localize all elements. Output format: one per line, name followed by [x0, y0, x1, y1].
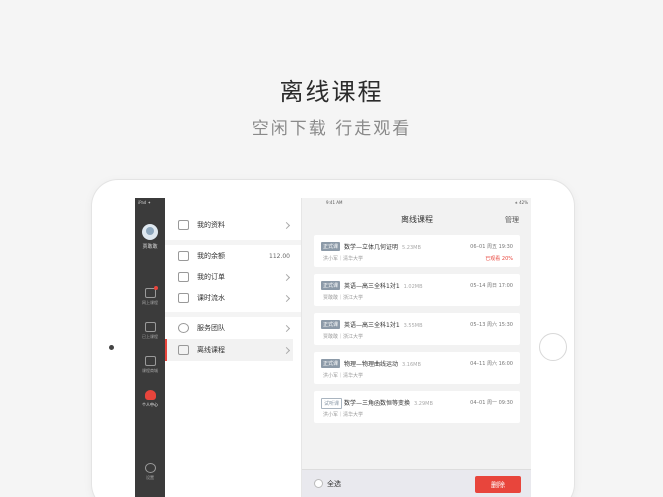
wallet-icon: [178, 251, 189, 261]
chevron-right-icon: [282, 273, 291, 281]
course-size: 1.02MB: [403, 284, 423, 290]
course-teacher: 洪小军｜清华大学: [323, 412, 364, 418]
menu-item-lesson-history[interactable]: 课时流水: [165, 287, 293, 309]
status-time: 9:41 AM: [326, 200, 343, 205]
gear-icon: [144, 463, 156, 473]
hero-title: 离线课程: [279, 78, 384, 106]
rail-label: 设置: [146, 475, 154, 480]
tablet-camera: [109, 345, 114, 350]
chevron-right-icon: [282, 324, 291, 332]
order-icon: [178, 272, 189, 282]
profile-menu: 我的资料 我的余额 112.00 我的订单 课时流水 服务团队 离线课程: [165, 198, 301, 497]
nav-rail: iPad ✦ 贾敢敢 网上课程 已上课程 课程商城 个人中心 设置: [135, 198, 165, 497]
avatar[interactable]: [142, 224, 158, 240]
course-size: 3.55MB: [403, 323, 423, 329]
calendar-list-icon: [178, 293, 189, 303]
shop-bag-icon: [144, 356, 156, 366]
calendar-icon: [144, 322, 156, 332]
chevron-right-icon: [282, 294, 291, 302]
app-screen: iPad ✦ 贾敢敢 网上课程 已上课程 课程商城 个人中心 设置 我的资料 我…: [135, 198, 531, 497]
menu-item-label: 我的余额: [197, 252, 225, 260]
course-card[interactable]: 正式课 数学—立体几何证明 5.23MB 06–01 周五 19:30 洪小军｜清…: [314, 235, 520, 267]
chevron-right-icon: [282, 221, 291, 229]
status-bar-left: iPad ✦: [138, 200, 151, 205]
course-time: 04–11 周六 16:00: [470, 361, 513, 367]
download-icon: [178, 345, 189, 355]
monitor-icon: [144, 286, 158, 298]
battery-status: ∗ 42%: [514, 200, 528, 205]
rail-item-profile[interactable]: 个人中心: [135, 390, 165, 408]
headset-icon: [178, 323, 189, 333]
menu-item-label: 服务团队: [197, 324, 225, 332]
course-tag: 正式课: [321, 320, 341, 329]
offline-course-panel: 9:41 AM ∗ 42% 离线课程 管理 正式课 数学—立体几何证明 5.23M…: [301, 198, 531, 497]
course-title: 英语—高三全科1対1 3.55MB: [344, 322, 423, 329]
course-time: 05–14 周日 17:00: [470, 283, 513, 289]
course-teacher: 贾敢敢｜浙江大学: [323, 295, 364, 301]
course-size: 5.23MB: [402, 245, 421, 251]
menu-item-orders[interactable]: 我的订单: [165, 266, 293, 288]
course-title: 数学—三角函数恒等变换 3.29MB: [344, 400, 433, 407]
menu-item-label: 我的资料: [197, 221, 225, 229]
menu-item-label: 课时流水: [197, 294, 225, 302]
manage-button[interactable]: 管理: [505, 215, 519, 225]
course-card[interactable]: 试听课 数学—三角函数恒等变换 3.29MB 04–01 周一 09:30 洪小军…: [314, 391, 520, 423]
course-size: 3.29MB: [414, 401, 433, 407]
rail-item-finished-course[interactable]: 已上课程: [135, 322, 165, 340]
course-title: 物理—物理曲线运动 3.16MB: [344, 361, 421, 368]
hero-subtitle: 空闲下载 行走观看: [251, 119, 412, 139]
course-tag: 正式课: [321, 281, 341, 290]
select-all-checkbox[interactable]: [314, 479, 323, 488]
course-teacher: 洪小军｜清华大学: [323, 373, 364, 379]
balance-value: 112.00: [269, 252, 290, 260]
rail-item-course-shop[interactable]: 课程商城: [135, 356, 165, 374]
chevron-right-icon: [282, 346, 291, 354]
course-card[interactable]: 正式课 物理—物理曲线运动 3.16MB 04–11 周六 16:00 洪小军｜清…: [314, 352, 520, 384]
course-teacher: 洪小军｜清华大学: [323, 256, 364, 262]
course-title: 数学—立体几何证明 5.23MB: [344, 244, 421, 251]
course-teacher: 贾敢敢｜浙江大学: [323, 334, 364, 340]
select-all-label[interactable]: 全选: [327, 479, 341, 489]
course-title: 英语—高三全科1対1 1.02MB: [344, 283, 423, 290]
course-card[interactable]: 正式课 英语—高三全科1対1 1.02MB 05–14 周日 17:00 贾敢敢｜…: [314, 274, 520, 306]
course-tag: 试听课: [321, 398, 343, 409]
page-title: 离线课程: [401, 215, 433, 224]
course-time: 05–13 周六 15:30: [470, 322, 513, 328]
course-time: 04–01 周一 09:30: [470, 400, 513, 406]
course-card[interactable]: 正式课 英语—高三全科1対1 3.55MB 05–13 周六 15:30 贾敢敢｜…: [314, 313, 520, 345]
menu-item-service-team[interactable]: 服务团队: [165, 317, 293, 339]
rail-label: 课程商城: [142, 368, 158, 373]
rail-item-settings[interactable]: 设置: [135, 463, 165, 481]
notification-dot: [153, 286, 158, 290]
course-time: 06–01 周五 19:30: [470, 244, 513, 250]
delete-button[interactable]: 删除: [475, 476, 521, 493]
menu-item-offline-courses[interactable]: 离线课程: [165, 339, 293, 361]
menu-item-label: 我的订单: [197, 273, 225, 281]
user-name: 贾敢敢: [142, 244, 158, 250]
profile-card-icon: [178, 220, 189, 230]
person-icon: [144, 390, 156, 400]
menu-item-label: 离线课程: [197, 346, 225, 354]
rail-label: 已上课程: [142, 334, 158, 339]
rail-label: 网上课程: [142, 300, 158, 305]
watch-progress: 已观看 20%: [485, 256, 513, 262]
course-tag: 正式课: [321, 359, 341, 368]
tablet-home-button: [539, 333, 567, 361]
bottom-action-bar: 全选 删除: [302, 469, 531, 497]
rail-label: 个人中心: [142, 402, 158, 407]
menu-item-profile[interactable]: 我的资料: [165, 214, 293, 236]
menu-item-balance[interactable]: 我的余额 112.00: [165, 245, 293, 267]
rail-item-online-course[interactable]: 网上课程: [135, 286, 165, 306]
course-tag: 正式课: [321, 242, 341, 251]
course-size: 3.16MB: [402, 362, 421, 368]
